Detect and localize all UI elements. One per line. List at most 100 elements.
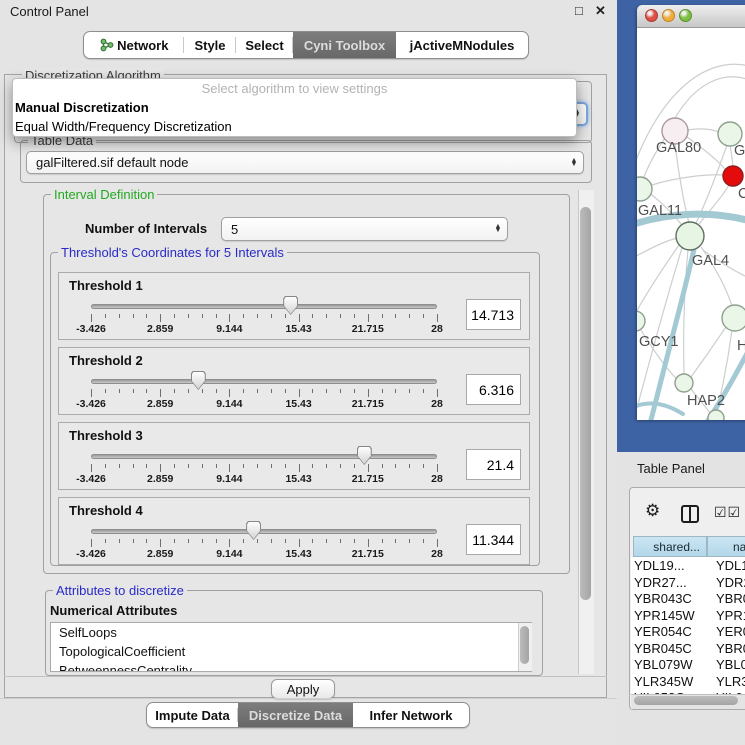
apply-button[interactable]: Apply bbox=[271, 679, 335, 699]
threshold-slider-track[interactable] bbox=[91, 454, 437, 459]
tab-jactivemnodules[interactable]: jActiveMNodules bbox=[396, 32, 528, 58]
table-data-combobox[interactable]: galFiltered.sif default node ▲▼ bbox=[26, 151, 584, 174]
tab-infer-network[interactable]: Infer Network bbox=[353, 703, 469, 727]
threshold-slider-thumb[interactable] bbox=[191, 371, 206, 390]
tab-label: Infer Network bbox=[369, 708, 452, 723]
network-node-gcy1[interactable] bbox=[637, 311, 645, 331]
tab-label: jActiveMNodules bbox=[410, 38, 515, 53]
threshold-slider-thumb[interactable] bbox=[283, 296, 298, 315]
minimize-traffic-light[interactable] bbox=[662, 9, 675, 22]
node-label-gcy1: GCY1 bbox=[639, 334, 679, 350]
slider-tick-labels: -3.4262.8599.14415.4321.71528 bbox=[91, 323, 437, 336]
column-header-shared-name[interactable]: shared... bbox=[633, 536, 707, 557]
cell-shared-name: YDR27... bbox=[634, 575, 687, 590]
cell-name: YER0 bbox=[716, 624, 745, 639]
network-node-h[interactable] bbox=[722, 305, 745, 331]
slider-ticks bbox=[91, 464, 437, 472]
control-panel: Control Panel □ ✕ NetworkStyleSelectCyni… bbox=[0, 0, 617, 745]
dropdown-option-manual[interactable]: Manual Discretization bbox=[13, 98, 576, 117]
table-row-ybr043c[interactable]: YBR043CYBR0 bbox=[631, 590, 745, 607]
threshold-value-field[interactable]: 14.713 bbox=[466, 299, 521, 330]
tab-style[interactable]: Style bbox=[184, 32, 236, 58]
network-node-gal4[interactable] bbox=[676, 222, 704, 250]
attribute-item-topologicalcoefficient[interactable]: TopologicalCoefficient bbox=[51, 642, 531, 661]
cell-name: YDL1 bbox=[716, 558, 745, 573]
network-edge bbox=[675, 77, 745, 118]
num-intervals-label: Number of Intervals bbox=[85, 221, 207, 236]
show-columns-icon[interactable] bbox=[681, 505, 699, 523]
network-node-hap2[interactable] bbox=[675, 374, 693, 392]
threshold-value-field[interactable]: 6.316 bbox=[466, 374, 521, 405]
threshold-slider-track[interactable] bbox=[91, 379, 437, 384]
numerical-attributes-list[interactable]: SelfLoopsTopologicalCoefficientBetweenne… bbox=[50, 622, 532, 672]
table-row-ypr145w[interactable]: YPR145WYPR1 bbox=[631, 607, 745, 624]
network-edge bbox=[691, 327, 726, 377]
float-panel-icon[interactable]: □ bbox=[575, 3, 583, 18]
cell-shared-name: YER054C bbox=[634, 624, 692, 639]
tab-label: Network bbox=[117, 38, 168, 53]
attribute-item-betweennesscentrality[interactable]: BetweennessCentrality bbox=[51, 661, 531, 672]
threshold-slider-track[interactable] bbox=[91, 529, 437, 534]
table-row-ydr27-[interactable]: YDR27...YDR2 bbox=[631, 574, 745, 591]
settings-scrollbar-thumb[interactable] bbox=[580, 207, 591, 600]
cell-name: YLR3 bbox=[716, 674, 745, 689]
attributes-scrollbar-thumb[interactable] bbox=[520, 626, 529, 664]
node-label-partial: C bbox=[738, 186, 745, 202]
dropdown-option-equal-width[interactable]: Equal Width/Frequency Discretization bbox=[13, 117, 576, 136]
threshold-value-field[interactable]: 21.4 bbox=[466, 449, 521, 480]
network-edge bbox=[730, 145, 733, 166]
cell-shared-name: YDL19... bbox=[634, 558, 685, 573]
tab-network[interactable]: Network bbox=[84, 32, 184, 58]
table-row-yer054c[interactable]: YER054C YER0 bbox=[631, 623, 745, 640]
table-row-ylr345w[interactable]: YLR345W YLR3 bbox=[631, 673, 745, 690]
table-row-ybr045c[interactable]: YBR045CYBR0 bbox=[631, 640, 745, 657]
node-label-h: H bbox=[737, 338, 745, 354]
threshold-2-box: Threshold 2 -3.4262.8599.14415.4321.71528… bbox=[58, 347, 530, 415]
close-traffic-light[interactable] bbox=[645, 9, 658, 22]
tab-discretize-data[interactable]: Discretize Data bbox=[238, 703, 353, 727]
threshold-slider-thumb[interactable] bbox=[357, 446, 372, 465]
zoom-traffic-light[interactable] bbox=[679, 9, 692, 22]
slider-tick-labels: -3.4262.8599.14415.4321.71528 bbox=[91, 398, 437, 411]
node-label-ga: GA bbox=[734, 143, 745, 159]
network-canvas[interactable]: GAL80GAGAL11GAL4GCY1HHAP2C bbox=[637, 28, 745, 420]
tab-impute-data[interactable]: Impute Data bbox=[147, 703, 238, 727]
table-row-ybl079w[interactable]: YBL079WYBL0 bbox=[631, 656, 745, 673]
network-node[interactable] bbox=[723, 166, 743, 186]
node-label-gal4: GAL4 bbox=[692, 253, 729, 269]
select-all-checkboxes-icon[interactable]: ☑☑ bbox=[714, 504, 741, 521]
cell-name: YBL0 bbox=[716, 657, 745, 672]
combo-stepper-icon: ▲▼ bbox=[489, 225, 507, 233]
num-intervals-combobox[interactable]: 5 ▲▼ bbox=[221, 217, 508, 241]
node-table[interactable]: YDL19... YDL1YDR27...YDR2YBR043CYBR0YPR14… bbox=[631, 557, 745, 694]
cell-shared-name: YLR345W bbox=[634, 674, 693, 689]
threshold-value-field[interactable]: 11.344 bbox=[466, 524, 521, 555]
threshold-4-box: Threshold 4-3.4262.8599.14415.4321.71528… bbox=[58, 497, 530, 565]
threshold-slider-thumb[interactable] bbox=[246, 521, 261, 540]
slider-ticks bbox=[91, 539, 437, 547]
control-panel-tabbar: Network StyleSelect Cyni Toolbox jActiveMNo… bbox=[83, 31, 529, 59]
table-row-ydl19-[interactable]: YDL19... YDL1 bbox=[631, 557, 745, 574]
gear-icon[interactable]: ⚙ bbox=[645, 501, 660, 521]
node-label-gal80: GAL80 bbox=[656, 140, 701, 156]
tab-cyni-toolbox[interactable]: Cyni Toolbox bbox=[293, 32, 396, 58]
threshold-slider-track[interactable] bbox=[91, 304, 437, 309]
tab-select[interactable]: Select bbox=[236, 32, 293, 58]
divider bbox=[4, 676, 607, 677]
network-node-gal11[interactable] bbox=[637, 177, 652, 201]
network-window-titlebar[interactable] bbox=[637, 5, 745, 28]
threshold-label: Threshold 3 bbox=[69, 428, 143, 443]
attribute-item-selfloops[interactable]: SelfLoops bbox=[51, 623, 531, 642]
attributes-group-title: Attributes to discretize bbox=[53, 583, 187, 598]
slider-tick-labels: -3.4262.8599.14415.4321.71528 bbox=[91, 548, 437, 561]
network-edge bbox=[637, 238, 677, 258]
numerical-attributes-label: Numerical Attributes bbox=[50, 603, 177, 618]
close-panel-icon[interactable]: ✕ bbox=[595, 3, 606, 19]
network-edge bbox=[688, 129, 719, 132]
tab-label: Discretize Data bbox=[249, 708, 342, 723]
threshold-label: Threshold 2 bbox=[69, 353, 143, 368]
tab-label: Cyni Toolbox bbox=[304, 38, 385, 53]
network-node[interactable] bbox=[708, 410, 724, 420]
table-hscrollbar-thumb[interactable] bbox=[634, 696, 738, 705]
column-header-name[interactable]: na bbox=[707, 536, 745, 557]
